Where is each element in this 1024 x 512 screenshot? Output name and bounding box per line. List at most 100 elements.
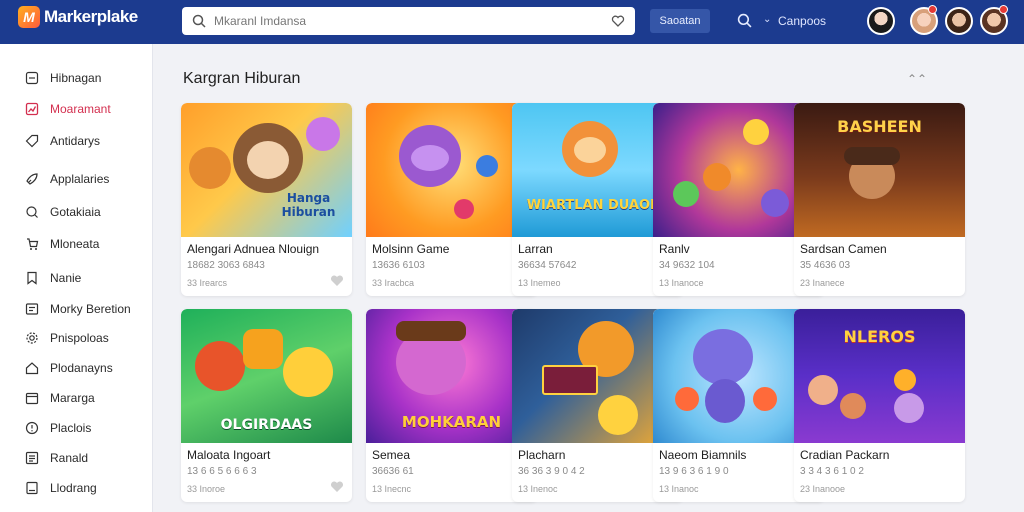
thumbnail-title: BASHEEN (837, 117, 922, 136)
brand-name: Markerplake (44, 7, 138, 26)
category-link[interactable]: Canpoos (778, 14, 826, 28)
like-icon[interactable] (330, 275, 344, 287)
game-card[interactable]: Hanga Hiburan Alengari Adnuea Nlouign 18… (181, 103, 352, 296)
sidebar-item-label: Pnispoloas (50, 331, 109, 345)
sidebar-item-label: Applalaries (50, 172, 110, 186)
sidebar-item-label: Antidarys (50, 134, 101, 148)
sidebar-item-label: Mararga (50, 391, 95, 405)
chevron-down-icon[interactable]: ⌄ (763, 14, 771, 25)
sidebar-item-label: Gotakiaia (50, 205, 101, 219)
sidebar-item-mararga[interactable]: Mararga (24, 390, 95, 406)
card-meta: 13636 6103 (372, 260, 425, 271)
card-meta: 3 3 4 3 6 1 0 2 (800, 466, 864, 477)
card-subtext: 23 Inanece (800, 278, 845, 288)
game-card[interactable]: BASHEEN Sardsan Camen 35 4636 03 23 Inan… (794, 103, 965, 296)
card-subtext: 13 Inemeo (518, 278, 561, 288)
card-meta: 36636 61 (372, 466, 414, 477)
card-subtext: 33 Inoroe (187, 484, 226, 494)
brand-logo[interactable]: M Markerplake (18, 6, 138, 28)
home-icon (24, 70, 40, 86)
card-subtext: 13 Inanoc (659, 484, 699, 494)
card-title: Sardsan Camen (800, 242, 887, 256)
card-meta: 35 4636 03 (800, 260, 851, 271)
search-icon (192, 14, 206, 28)
sidebar: Hibnagan Moaramant Antidarys Applalaries… (0, 44, 153, 512)
card-subtext: 13 Inecnc (372, 484, 412, 494)
rocket-icon (24, 171, 40, 187)
notification-dot-icon (999, 5, 1008, 14)
search-button[interactable]: Saoatan (650, 9, 710, 33)
card-title: Cradian Packarn (800, 448, 890, 462)
card-title: Molsinn Game (372, 242, 450, 256)
sidebar-item-llodrang[interactable]: Llodrang (24, 480, 97, 496)
sidebar-item-antidarys[interactable]: Antidarys (24, 133, 100, 149)
card-meta: 34 9632 104 (659, 260, 715, 271)
like-icon[interactable] (330, 481, 344, 493)
card-meta: 13 6 6 5 6 6 6 3 (187, 466, 257, 477)
sidebar-item-gotakiaia[interactable]: Gotakiaia (24, 204, 101, 220)
thumbnail-title: OLGIRDAAS (220, 417, 313, 433)
card-title: Maloata Ingoart (187, 448, 271, 462)
sidebar-item-plodanayns[interactable]: Plodanayns (24, 360, 113, 376)
card-subtext: 33 Iracbca (372, 278, 415, 288)
sidebar-item-placlois[interactable]: Placlois (24, 420, 91, 436)
thumbnail-title: NLEROS (843, 327, 916, 346)
card-title: Semea (372, 448, 411, 462)
card-meta: 36634 57642 (518, 260, 577, 271)
card-meta: 18682 3063 6843 (187, 260, 265, 271)
card-title: Alengari Adnuea Nlouign (187, 242, 320, 256)
game-card[interactable]: NLEROS Cradian Packarn 3 3 4 3 6 1 0 2 2… (794, 309, 965, 502)
card-title: Placharn (518, 448, 566, 462)
calendar-icon (24, 390, 40, 406)
game-thumbnail: NLEROS (794, 309, 965, 443)
gear-icon (24, 330, 40, 346)
card-title: Larran (518, 242, 553, 256)
game-thumbnail: BASHEEN (794, 103, 965, 237)
sidebar-item-hibnagan[interactable]: Hibnagan (24, 70, 101, 86)
house-icon (24, 360, 40, 376)
card-title: Ranlv (659, 242, 690, 256)
search-icon[interactable] (737, 13, 752, 33)
sidebar-item-moaramant[interactable]: Moaramant (24, 101, 111, 117)
collapse-icon[interactable]: ⌃⌃ (907, 72, 927, 86)
sidebar-item-label: Morky Beretion (50, 302, 131, 316)
sidebar-item-label: Hibnagan (50, 71, 102, 85)
card-subtext: 23 Inanooe (800, 484, 846, 494)
card-meta: 13 9 6 3 6 1 9 0 (659, 466, 729, 477)
search-input[interactable] (214, 14, 611, 28)
game-card[interactable]: OLGIRDAAS Maloata Ingoart 13 6 6 5 6 6 6… (181, 309, 352, 502)
sidebar-item-morky-beretion[interactable]: Morky Beretion (24, 301, 131, 317)
bag-icon (24, 204, 40, 220)
document-icon (24, 480, 40, 496)
sidebar-item-nanie[interactable]: Nanie (24, 270, 81, 286)
sidebar-item-applalaries[interactable]: Applalaries (24, 171, 109, 187)
sidebar-item-label: Nanie (50, 271, 82, 285)
list-icon (24, 450, 40, 466)
card-subtext: 13 Inenoc (518, 484, 558, 494)
card-subtext: 13 Inanoce (659, 278, 704, 288)
sidebar-item-label: Mloneata (50, 237, 100, 251)
favorite-icon[interactable] (611, 14, 625, 28)
sidebar-item-ranald[interactable]: Ranald (24, 450, 88, 466)
game-thumbnail: Hanga Hiburan (181, 103, 352, 237)
game-thumbnail: OLGIRDAAS (181, 309, 352, 443)
shield-icon (24, 420, 40, 436)
sidebar-item-pnispoloas[interactable]: Pnispoloas (24, 330, 109, 346)
tag-icon (24, 133, 40, 149)
sidebar-item-label: Plodanayns (50, 361, 113, 375)
chart-icon (24, 101, 40, 117)
logo-icon: M (18, 6, 40, 28)
avatar[interactable] (867, 7, 895, 35)
card-subtext: 33 Irearcs (187, 278, 228, 288)
sidebar-item-label: Llodrang (50, 481, 97, 495)
cart-icon (24, 236, 40, 252)
avatar[interactable] (945, 7, 973, 35)
card-title: Naeom Biamnils (659, 448, 747, 462)
bookmark-icon (24, 270, 40, 286)
sidebar-item-label: Placlois (50, 421, 92, 435)
sidebar-item-mloneata[interactable]: Mloneata (24, 236, 99, 252)
notification-dot-icon (928, 5, 937, 14)
card-meta: 36 36 3 9 0 4 2 (518, 466, 585, 477)
folder-icon (24, 301, 40, 317)
search-bar[interactable] (182, 7, 635, 35)
